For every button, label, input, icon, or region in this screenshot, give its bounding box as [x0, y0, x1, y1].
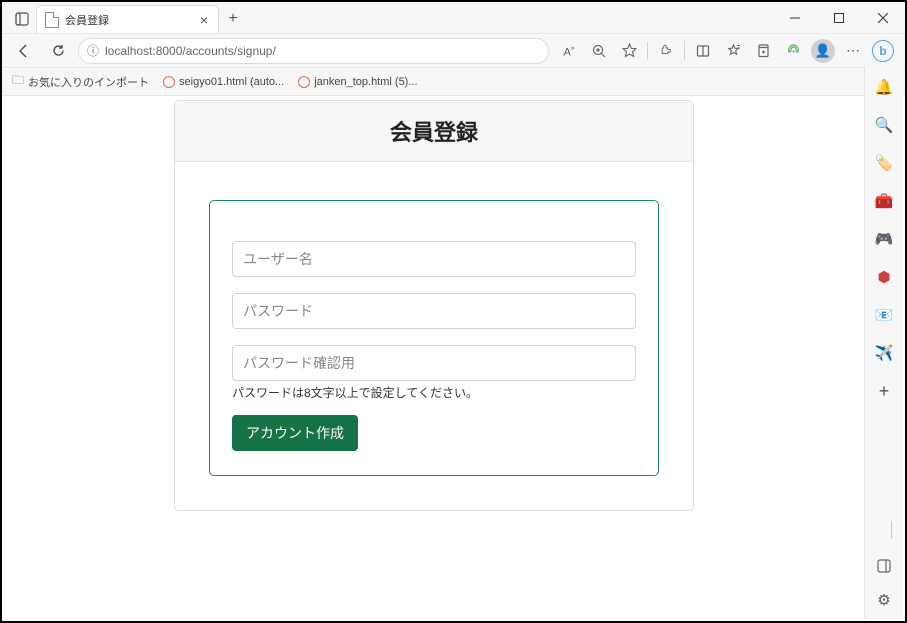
close-button[interactable] — [861, 3, 905, 33]
bookmarks-bar: 🗀 お気に入りのインポート seigyo01.html (auto... jan… — [2, 68, 905, 96]
page-title: 会員登録 — [193, 115, 675, 147]
minimize-button[interactable] — [773, 3, 817, 33]
username-input[interactable] — [232, 241, 636, 277]
back-button[interactable] — [10, 37, 38, 65]
refresh-button[interactable] — [44, 37, 72, 65]
collections-icon[interactable] — [749, 37, 777, 65]
hide-sidebar-icon[interactable] — [870, 555, 898, 577]
settings-icon[interactable]: ⚙ — [870, 589, 898, 611]
bookmark-item[interactable]: seigyo01.html (auto... — [163, 76, 284, 88]
performance-icon[interactable] — [779, 37, 807, 65]
tools-icon[interactable]: 🧰 — [870, 190, 898, 212]
bookmark-import[interactable]: 🗀 お気に入りのインポート — [12, 71, 149, 92]
tab-actions-icon[interactable] — [8, 5, 36, 33]
bookmark-favicon — [298, 76, 310, 88]
add-icon[interactable]: + — [870, 380, 898, 402]
info-icon[interactable]: ⓘ — [87, 42, 99, 59]
toolbar: ⓘ localhost:8000/accounts/signup/ A᠉ 👤 ⋯… — [2, 34, 905, 68]
edge-sidebar: 🔔 🔍 🏷️ 🧰 🎮 ⬢ 📧 ✈️ + ⚙ — [864, 66, 903, 619]
tab-strip: 会員登録 × + — [2, 2, 247, 33]
bookmark-label: seigyo01.html (auto... — [179, 76, 284, 88]
signup-card: 会員登録 パスワードは8文字以上で設定してください。 アカウント作成 — [174, 100, 694, 511]
bookmark-label: お気に入りのインポート — [28, 74, 149, 90]
address-bar[interactable]: ⓘ localhost:8000/accounts/signup/ — [78, 38, 549, 64]
maximize-button[interactable] — [817, 3, 861, 33]
bookmark-label: janken_top.html (5)... — [314, 76, 417, 88]
office-icon[interactable]: ⬢ — [870, 266, 898, 288]
page-icon — [45, 12, 59, 28]
text-size-icon[interactable]: A᠉ — [555, 37, 583, 65]
profile-avatar[interactable]: 👤 — [809, 37, 837, 65]
toolbar-right: A᠉ 👤 ⋯ b — [555, 37, 897, 65]
drop-icon[interactable]: ✈️ — [870, 342, 898, 364]
bookmark-favicon — [163, 76, 175, 88]
password-input[interactable] — [232, 293, 636, 329]
card-header: 会員登録 — [175, 101, 693, 162]
outlook-icon[interactable]: 📧 — [870, 304, 898, 326]
bing-button[interactable]: b — [869, 37, 897, 65]
create-account-button[interactable]: アカウント作成 — [232, 415, 358, 451]
bookmark-item[interactable]: janken_top.html (5)... — [298, 76, 417, 88]
favorites-bar-icon[interactable] — [719, 37, 747, 65]
reading-list-icon[interactable] — [689, 37, 717, 65]
window-controls — [773, 2, 905, 33]
shopping-icon[interactable]: 🏷️ — [870, 152, 898, 174]
new-tab-button[interactable]: + — [219, 5, 247, 33]
password-help-text: パスワードは8文字以上で設定してください。 — [232, 384, 636, 401]
password-confirm-input[interactable] — [232, 345, 636, 381]
extensions-icon[interactable] — [652, 37, 680, 65]
notification-icon[interactable]: 🔔 — [870, 76, 898, 98]
zoom-icon[interactable] — [585, 37, 613, 65]
more-icon[interactable]: ⋯ — [839, 37, 867, 65]
games-icon[interactable]: 🎮 — [870, 228, 898, 250]
close-icon[interactable]: × — [198, 12, 210, 28]
favorite-icon[interactable] — [615, 37, 643, 65]
page-content: 会員登録 パスワードは8文字以上で設定してください。 アカウント作成 — [4, 96, 864, 619]
tab-title: 会員登録 — [65, 12, 192, 28]
url-text: localhost:8000/accounts/signup/ — [105, 44, 276, 58]
search-icon[interactable]: 🔍 — [870, 114, 898, 136]
browser-tab[interactable]: 会員登録 × — [36, 5, 219, 33]
folder-icon: 🗀 — [12, 71, 24, 92]
titlebar: 会員登録 × + — [2, 2, 905, 34]
signup-form: パスワードは8文字以上で設定してください。 アカウント作成 — [209, 200, 659, 476]
card-body: パスワードは8文字以上で設定してください。 アカウント作成 — [175, 162, 693, 510]
